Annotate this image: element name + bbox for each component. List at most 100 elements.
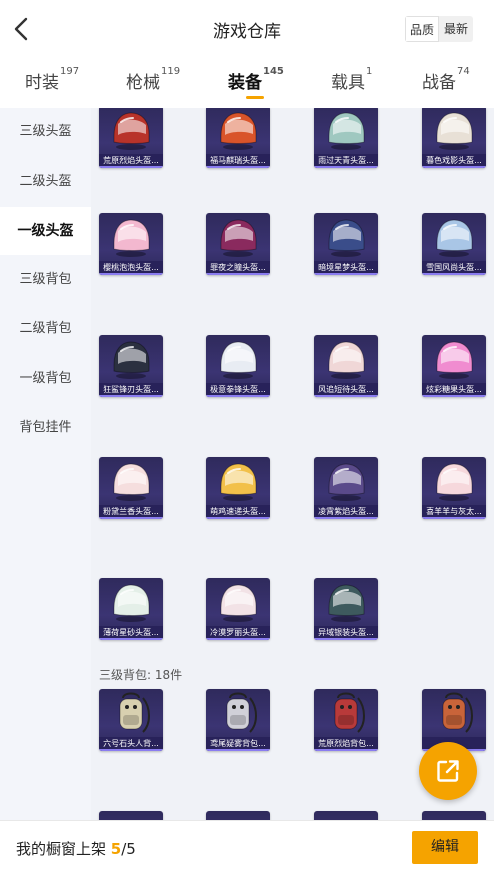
sidebar-item-level3-backpack[interactable]: 三级背包 bbox=[0, 256, 91, 304]
quality-bar bbox=[314, 273, 378, 275]
quality-bar bbox=[99, 749, 163, 751]
helmet-card[interactable]: 炫彩糖果头盔... bbox=[422, 335, 486, 397]
helmet-image bbox=[314, 213, 378, 261]
quality-bar bbox=[422, 166, 486, 168]
helmet-image bbox=[206, 213, 270, 261]
tab-equipment[interactable]: 装备145 bbox=[228, 66, 284, 93]
quality-bar bbox=[206, 273, 270, 275]
tab-vehicles[interactable]: 载具1 bbox=[331, 66, 372, 93]
quality-bar bbox=[206, 166, 270, 168]
helmet-card[interactable]: 狂鲨锋刃头盔... bbox=[99, 335, 163, 397]
tab-label: 枪械 bbox=[126, 73, 160, 93]
helmet-image bbox=[99, 335, 163, 383]
helmet-image bbox=[314, 578, 378, 626]
helmet-card[interactable]: 凌霄紫焰头盔... bbox=[314, 457, 378, 519]
tab-guns[interactable]: 枪械119 bbox=[126, 66, 181, 93]
sidebar-item-level2-backpack[interactable]: 二级背包 bbox=[0, 305, 91, 353]
quality-bar bbox=[314, 517, 378, 519]
tab-label: 载具 bbox=[331, 73, 365, 93]
quality-bar bbox=[206, 749, 270, 751]
helmet-card[interactable]: 荒原烈焰头盔... bbox=[99, 108, 163, 168]
helmet-image bbox=[99, 213, 163, 261]
backpack-card[interactable]: 鸢尾疑雾背包... bbox=[206, 689, 270, 751]
helmet-card[interactable]: 雪国风尚头盔... bbox=[422, 213, 486, 275]
sidebar-item-level2-helmet[interactable]: 二级头盔 bbox=[0, 158, 91, 206]
helmet-image bbox=[206, 457, 270, 505]
helmet-card[interactable]: 雨过天青头盔... bbox=[314, 108, 378, 168]
tab-count: 119 bbox=[161, 66, 181, 77]
backpack-card[interactable] bbox=[206, 811, 270, 820]
helmet-card[interactable]: 樱桃泡泡头盔... bbox=[99, 213, 163, 275]
helmet-image bbox=[422, 335, 486, 383]
helmet-card[interactable]: 极意拳锋头盔... bbox=[206, 335, 270, 397]
helmet-image bbox=[314, 457, 378, 505]
quality-bar bbox=[314, 749, 378, 751]
sidebar-item-level1-backpack[interactable]: 一级背包 bbox=[0, 355, 91, 403]
backpack-card[interactable]: 荒原烈焰背包... bbox=[314, 689, 378, 751]
sidebar-item-backpack-charm[interactable]: 背包挂件 bbox=[0, 404, 91, 452]
helmet-image bbox=[206, 108, 270, 154]
helmet-image bbox=[206, 578, 270, 626]
quality-bar bbox=[422, 395, 486, 397]
showcase-label: 我的橱窗上架 5/5 bbox=[16, 838, 136, 859]
helmet-card[interactable]: 喜羊羊与灰太... bbox=[422, 457, 486, 519]
tab-supplies[interactable]: 战备74 bbox=[422, 66, 470, 93]
category-tabs: 时装197 枪械119 装备145 载具1 战备74 bbox=[0, 58, 494, 108]
backpack-image bbox=[422, 689, 486, 737]
helmet-card[interactable]: 罪夜之瞳头盔... bbox=[206, 213, 270, 275]
helmet-card[interactable]: 薄荷星砂头盔... bbox=[99, 578, 163, 640]
quality-bar bbox=[206, 638, 270, 640]
helmet-image bbox=[99, 108, 163, 154]
tab-count: 145 bbox=[263, 66, 284, 77]
quality-bar bbox=[99, 517, 163, 519]
sidebar-item-level3-helmet[interactable]: 三级头盔 bbox=[0, 108, 91, 156]
helmet-image bbox=[99, 457, 163, 505]
quality-bar bbox=[206, 517, 270, 519]
sort-latest-button[interactable]: 最新 bbox=[439, 16, 473, 42]
helmet-image bbox=[206, 335, 270, 383]
backpack-image bbox=[314, 689, 378, 737]
tab-fashion[interactable]: 时装197 bbox=[25, 66, 80, 93]
quality-bar bbox=[99, 273, 163, 275]
showcase-count: 5 bbox=[110, 840, 122, 858]
sort-toggle: 品质 最新 bbox=[405, 16, 473, 42]
quality-bar bbox=[314, 638, 378, 640]
backpack-image bbox=[206, 689, 270, 737]
share-button[interactable] bbox=[419, 742, 477, 800]
quality-bar bbox=[99, 638, 163, 640]
helmet-image bbox=[99, 578, 163, 626]
item-grid: 三级背包: 18件 荒原烈焰头盔... 福马麒瑞头盔... 雨过天青头盔... 暮色戏… bbox=[91, 108, 494, 820]
backpack-card[interactable] bbox=[314, 811, 378, 820]
helmet-image bbox=[422, 213, 486, 261]
helmet-card[interactable]: 冷漠罗丽头盔... bbox=[206, 578, 270, 640]
warehouse-screen: 游戏仓库 品质 最新 时装197 枪械119 装备145 载具1 战备74 三级… bbox=[0, 0, 494, 875]
active-tab-indicator bbox=[246, 96, 264, 99]
helmet-card[interactable]: 萌鸡速递头盔... bbox=[206, 457, 270, 519]
helmet-card[interactable]: 暮色戏影头盔... bbox=[422, 108, 486, 168]
helmet-card[interactable]: 粉黛兰香头盔... bbox=[99, 457, 163, 519]
helmet-card[interactable]: 暗境星梦头盔... bbox=[314, 213, 378, 275]
backpack-card[interactable] bbox=[99, 811, 163, 820]
helmet-image bbox=[314, 108, 378, 154]
tab-count: 197 bbox=[60, 66, 80, 77]
helmet-card[interactable]: 福马麒瑞头盔... bbox=[206, 108, 270, 168]
quality-bar bbox=[422, 517, 486, 519]
helmet-card[interactable]: 异域银装头盔... bbox=[314, 578, 378, 640]
edit-button[interactable]: 编辑 bbox=[412, 831, 478, 864]
quality-bar bbox=[99, 395, 163, 397]
backpack-section-title: 三级背包: 18件 bbox=[99, 668, 183, 682]
sort-quality-button[interactable]: 品质 bbox=[405, 16, 439, 42]
showcase-bar: 我的橱窗上架 5/5 编辑 bbox=[0, 820, 494, 875]
tab-label: 战备 bbox=[422, 73, 456, 93]
backpack-card[interactable]: 六号石头人背... bbox=[99, 689, 163, 751]
quality-bar bbox=[206, 395, 270, 397]
header: 游戏仓库 品质 最新 bbox=[0, 0, 494, 58]
helmet-card[interactable]: 风追短待头盔... bbox=[314, 335, 378, 397]
backpack-card[interactable] bbox=[422, 811, 486, 820]
quality-bar bbox=[99, 166, 163, 168]
tab-count: 74 bbox=[457, 66, 470, 77]
external-link-icon bbox=[437, 760, 459, 782]
quality-bar bbox=[314, 166, 378, 168]
quality-bar bbox=[422, 273, 486, 275]
sidebar-item-level1-helmet[interactable]: 一级头盔 bbox=[0, 207, 91, 255]
